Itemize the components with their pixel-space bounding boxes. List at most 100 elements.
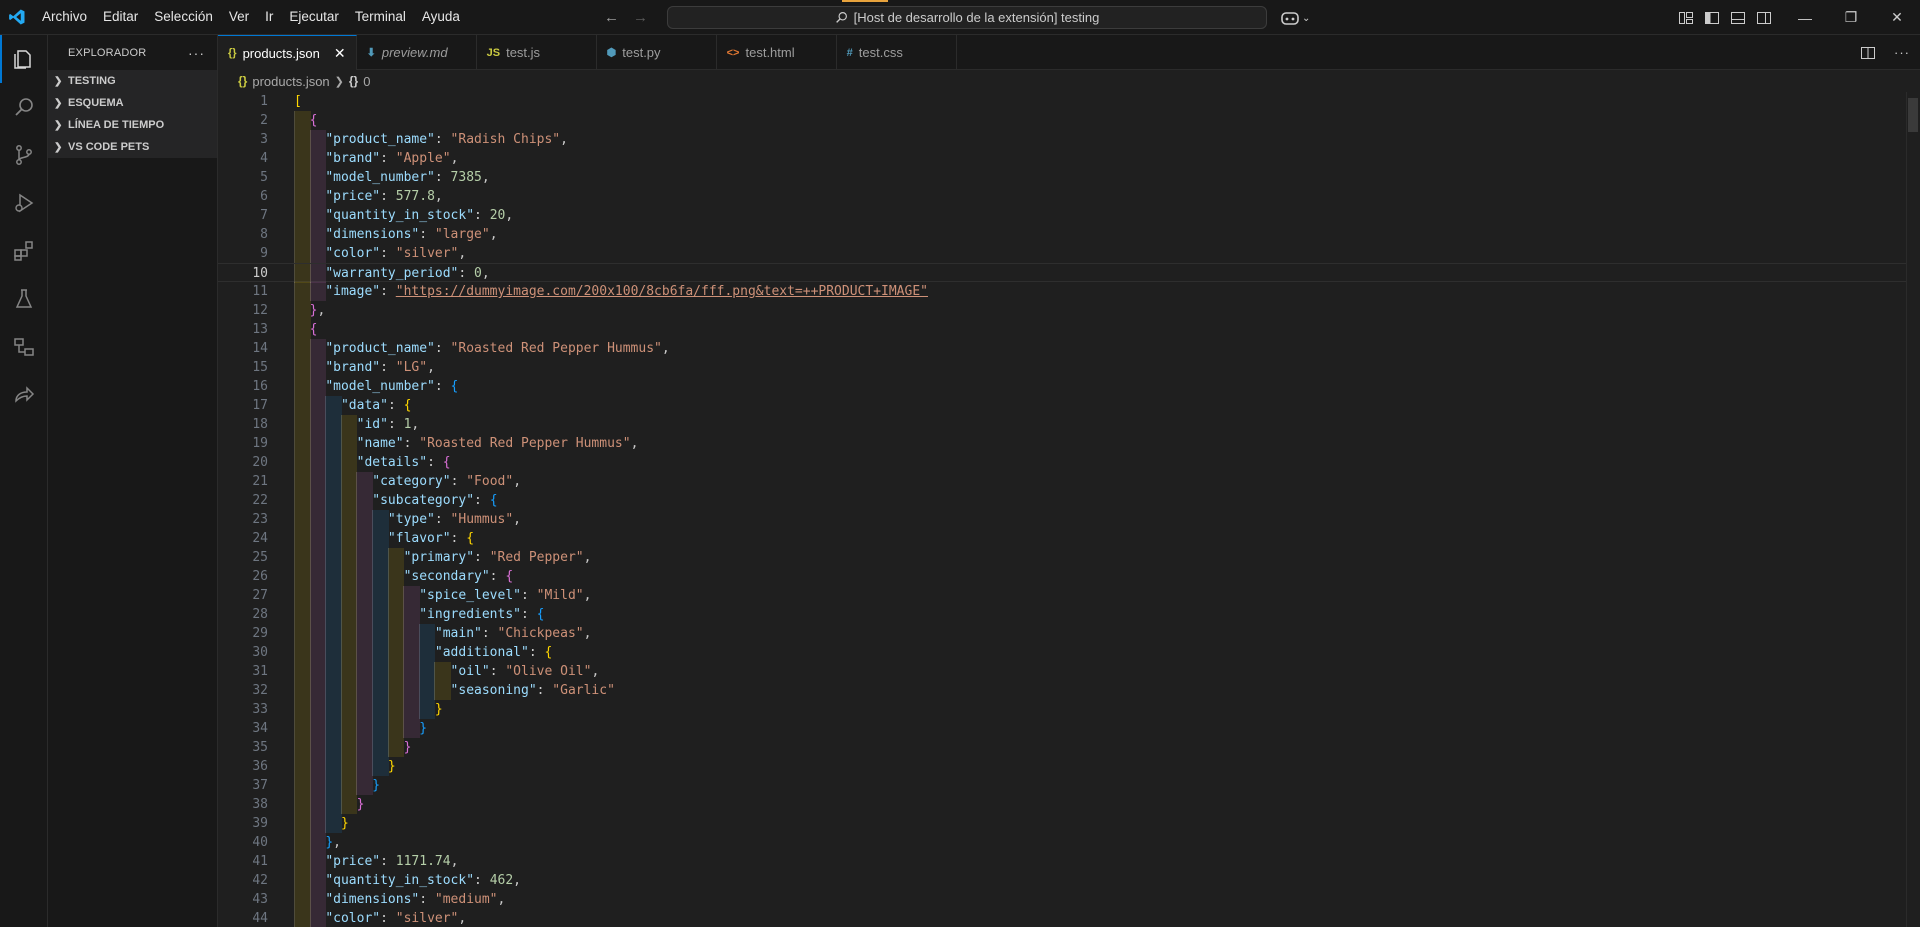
code-line[interactable]: 8 "dimensions": "large", [218,225,1920,244]
section-vscode-pets[interactable]: ❯ VS CODE PETS [48,136,217,158]
menu-seleccion[interactable]: Selección [146,5,221,29]
code-line[interactable]: 44 "color": "silver", [218,909,1920,927]
editor-scrollbar[interactable] [1906,92,1920,927]
run-debug-icon[interactable] [0,179,48,227]
code-line[interactable]: 3 "product_name": "Radish Chips", [218,130,1920,149]
code-line[interactable]: 6 "price": 577.8, [218,187,1920,206]
code-token: , [481,266,490,281]
code-line[interactable]: 5 "model_number": 7385, [218,168,1920,187]
code-line[interactable]: 18 "id": 1, [218,415,1920,434]
code-line[interactable]: 4 "brand": "Apple", [218,149,1920,168]
more-actions-icon[interactable]: ··· [188,45,205,61]
code-line[interactable]: 22 "subcategory": { [218,491,1920,510]
tab-test-js[interactable]: JS test.js [477,35,597,70]
menu-ejecutar[interactable]: Ejecutar [281,5,347,29]
minimize-icon[interactable]: — [1782,0,1828,35]
live-share-icon[interactable] [0,371,48,419]
code-token: : [450,474,467,489]
toggle-primary-sidebar-icon[interactable] [1704,10,1720,26]
tab-test-py[interactable]: ⬢ test.py [597,35,717,70]
tab-test-html[interactable]: <> test.html [717,35,837,70]
code-line[interactable]: 29 "main": "Chickpeas", [218,624,1920,643]
code-line[interactable]: 33 } [218,700,1920,719]
code-line[interactable]: 30 "additional": { [218,643,1920,662]
code-line[interactable]: 12 }, [218,301,1920,320]
code-line[interactable]: 34 } [218,719,1920,738]
breadcrumb-file[interactable]: products.json [252,74,329,89]
explorer-icon[interactable] [0,35,48,83]
remote-explorer-icon[interactable] [0,323,48,371]
close-window-icon[interactable]: ✕ [1874,0,1920,35]
menu-terminal[interactable]: Terminal [347,5,414,29]
menu-editar[interactable]: Editar [95,5,146,29]
tab-test-css[interactable]: # test.css [837,35,957,70]
code-line[interactable]: 11 "image": "https://dummyimage.com/200x… [218,282,1920,301]
code-editor[interactable]: 1[2 {3 "product_name": "Radish Chips", 4 … [218,92,1920,927]
code-line[interactable]: 16 "model_number": { [218,377,1920,396]
code-line[interactable]: 27 "spice_level": "Mild", [218,586,1920,605]
code-line[interactable]: 39 } [218,814,1920,833]
section-linea-de-tiempo[interactable]: ❯ LÍNEA DE TIEMPO [48,114,217,136]
code-line[interactable]: 26 "secondary": { [218,567,1920,586]
code-line[interactable]: 36 } [218,757,1920,776]
menu-archivo[interactable]: Archivo [34,5,95,29]
code-line[interactable]: 1[ [218,92,1920,111]
code-line[interactable]: 15 "brand": "LG", [218,358,1920,377]
split-editor-icon[interactable] [1860,45,1876,61]
more-actions-icon[interactable]: ··· [1894,45,1910,60]
close-icon[interactable]: ✕ [334,45,346,62]
breadcrumb-node[interactable]: 0 [363,74,370,89]
code-line[interactable]: 13 { [218,320,1920,339]
code-line[interactable]: 42 "quantity_in_stock": 462, [218,871,1920,890]
line-number: 30 [252,645,268,660]
copilot-menu-button[interactable]: ⌄ [1280,7,1310,29]
code-token: 0 [474,266,482,281]
search-icon[interactable] [0,83,48,131]
code-token: "subcategory" [372,493,475,508]
code-line[interactable]: 7 "quantity_in_stock": 20, [218,206,1920,225]
menu-ver[interactable]: Ver [221,5,257,29]
extensions-icon[interactable] [0,227,48,275]
code-line[interactable]: 20 "details": { [218,453,1920,472]
testing-flask-icon[interactable] [0,275,48,323]
toggle-panel-icon[interactable] [1730,10,1746,26]
section-testing[interactable]: ❯ TESTING [48,70,217,92]
menu-ir[interactable]: Ir [257,5,281,29]
code-line[interactable]: 28 "ingredients": { [218,605,1920,624]
back-arrow-icon[interactable]: ← [604,9,619,26]
code-line[interactable]: 35 } [218,738,1920,757]
vscode-logo-icon[interactable] [0,0,34,35]
code-line[interactable]: 10 "warranty_period": 0, [218,263,1920,283]
toggle-secondary-sidebar-icon[interactable] [1756,10,1772,26]
scrollbar-thumb[interactable] [1908,98,1918,132]
forward-arrow-icon[interactable]: → [633,9,648,26]
code-line[interactable]: 14 "product_name": "Roasted Red Pepper H… [218,339,1920,358]
code-line[interactable]: 19 "name": "Roasted Red Pepper Hummus", [218,434,1920,453]
code-line[interactable]: 32 "seasoning": "Garlic" [218,681,1920,700]
code-line[interactable]: 37 } [218,776,1920,795]
code-line[interactable]: 9 "color": "silver", [218,244,1920,263]
code-line[interactable]: 38 } [218,795,1920,814]
code-line[interactable]: 25 "primary": "Red Pepper", [218,548,1920,567]
tab-products-json[interactable]: {} products.json ✕ [218,35,357,70]
tab-preview-md[interactable]: ⬇ preview.md [357,35,477,70]
code-line[interactable]: 31 "oil": "Olive Oil", [218,662,1920,681]
html-file-icon: <> [726,46,740,59]
customize-layout-icon[interactable] [1678,10,1694,26]
code-line[interactable]: 40 }, [218,833,1920,852]
code-line[interactable]: 2 { [218,111,1920,130]
restore-icon[interactable]: ❐ [1828,0,1874,35]
section-esquema[interactable]: ❯ ESQUEMA [48,92,217,114]
code-line[interactable]: 43 "dimensions": "medium", [218,890,1920,909]
code-line[interactable]: 23 "type": "Hummus", [218,510,1920,529]
menu-ayuda[interactable]: Ayuda [414,5,468,29]
code-line[interactable]: 21 "category": "Food", [218,472,1920,491]
source-control-icon[interactable] [0,131,48,179]
code-line[interactable]: 24 "flavor": { [218,529,1920,548]
code-line[interactable]: 17 "data": { [218,396,1920,415]
code-token: , [583,588,592,603]
code-token: "color" [325,246,381,261]
command-center-search[interactable]: [Host de desarrollo de la extensión] tes… [667,6,1267,29]
code-line[interactable]: 41 "price": 1171.74, [218,852,1920,871]
